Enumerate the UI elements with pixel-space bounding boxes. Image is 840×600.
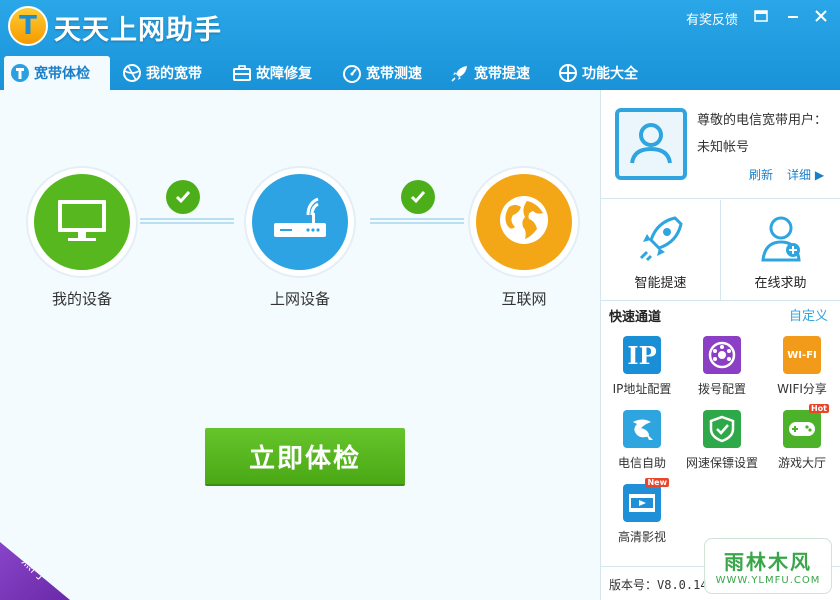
online-help-button[interactable]: 在线求助 <box>721 202 840 298</box>
feature-label: 智能提速 <box>634 276 687 291</box>
router-icon <box>270 195 330 249</box>
internet-circle <box>476 174 572 270</box>
watermark-logo: 雨林木风 WWW.YLMFU.COM <box>704 538 832 594</box>
connector-line <box>140 218 234 224</box>
greeting-text: 尊敬的电信宽带用户： <box>697 113 828 128</box>
quick-item-game-hall[interactable]: Hot 游戏大厅 <box>765 404 839 480</box>
broadband-check-icon <box>10 63 30 83</box>
account-text: 未知帐号 <box>697 140 750 155</box>
quick-item-label: IP地址配置 <box>612 382 672 396</box>
film-icon: New <box>623 478 669 522</box>
user-icon <box>626 117 676 171</box>
app-title: 天天上网助手 <box>54 15 222 46</box>
avatar[interactable] <box>615 108 687 180</box>
quick-item-ip-config[interactable]: IP IP地址配置 <box>605 336 679 406</box>
shield-icon <box>703 410 741 448</box>
refresh-link[interactable]: 刷新 <box>749 166 773 183</box>
version-text: 版本号：V8.0.14 <box>609 578 708 592</box>
check-panel: 我的设备 上网设备 互联网 立即体检 热门 <box>0 90 600 600</box>
connector-line <box>370 218 464 224</box>
tab-speed-up[interactable]: 宽带提速 <box>444 56 552 90</box>
tab-my-broadband[interactable]: 我的宽带 <box>116 56 222 90</box>
start-check-button[interactable]: 立即体检 <box>205 428 405 484</box>
ip-icon: IP <box>623 336 661 374</box>
quick-access-title: 快速通道 <box>609 310 662 325</box>
my-device-circle <box>34 174 130 270</box>
tab-label: 宽带测速 <box>366 66 422 82</box>
new-badge: New <box>645 478 669 487</box>
divider <box>601 300 840 301</box>
wifi-icon-text: WI-FI <box>787 349 817 361</box>
smart-speedup-button[interactable]: 智能提速 <box>601 202 720 298</box>
device-label: 互联网 <box>501 290 547 308</box>
watermark-url: WWW.YLMFU.COM <box>715 575 821 586</box>
tab-label: 功能大全 <box>582 66 638 82</box>
customize-link[interactable]: 自定义 <box>789 305 828 324</box>
rocket-icon <box>450 63 470 83</box>
title-bar: T 天天上网助手 有奖反馈 宽带体检 我的宽带 故障修复 宽带测速 宽带提速 功… <box>0 0 840 90</box>
globe-icon <box>497 193 551 251</box>
tab-speed-test[interactable]: 宽带测速 <box>336 56 444 90</box>
feature-label: 在线求助 <box>754 276 807 291</box>
quick-item-label: WIFI分享 <box>777 382 827 396</box>
tab-fault-repair[interactable]: 故障修复 <box>226 56 334 90</box>
detail-link[interactable]: 详细 ▶ <box>787 166 824 183</box>
quick-item-label: 游戏大厅 <box>777 456 826 470</box>
quick-item-wifi-share[interactable]: WI-FI WIFI分享 <box>765 336 839 406</box>
toolbox-icon <box>232 63 252 83</box>
tab-label: 故障修复 <box>256 66 312 82</box>
divider <box>601 198 840 199</box>
tab-label: 宽带体检 <box>34 66 90 82</box>
check-mark-icon <box>401 180 435 214</box>
quick-item-dial-config[interactable]: 拨号配置 <box>685 336 759 406</box>
logo-letter: T <box>19 11 37 41</box>
side-panel: 尊敬的电信宽带用户： 未知帐号 刷新 详细 ▶ 智能提速 在线求助 快速通道 自… <box>600 90 840 600</box>
quick-item-telecom-self[interactable]: 电信自助 <box>605 410 679 480</box>
quick-item-label: 电信自助 <box>617 456 666 470</box>
app-logo: T <box>8 6 48 46</box>
quick-item-speed-guard[interactable]: 网速保镖设置 <box>685 410 759 480</box>
tab-label: 宽带提速 <box>474 66 530 82</box>
monitor-icon <box>54 196 110 248</box>
telecom-icon <box>623 410 661 448</box>
device-label: 上网设备 <box>269 290 330 308</box>
watermark-text: 雨林木风 <box>724 550 812 574</box>
globe-icon <box>122 63 142 83</box>
grid-icon <box>558 63 578 83</box>
close-icon[interactable] <box>810 6 832 26</box>
quick-item-label: 拨号配置 <box>697 382 746 396</box>
device-label: 我的设备 <box>51 290 112 308</box>
support-agent-icon <box>755 212 807 268</box>
hot-label: 热门 <box>18 553 48 583</box>
gamepad-icon: Hot <box>783 404 829 448</box>
quick-item-label: 高清影视 <box>617 530 666 544</box>
dialer-icon <box>703 336 741 374</box>
tab-all-functions[interactable]: 功能大全 <box>552 56 658 90</box>
check-mark-icon <box>166 180 200 214</box>
feedback-link[interactable]: 有奖反馈 <box>686 9 738 28</box>
tab-label: 我的宽带 <box>146 66 202 82</box>
skin-icon[interactable] <box>750 6 772 26</box>
quick-item-label: 网速保镖设置 <box>685 456 758 470</box>
main-tabs: 宽带体检 我的宽带 故障修复 宽带测速 宽带提速 功能大全 <box>0 55 840 90</box>
ip-icon-text: IP <box>627 340 657 370</box>
wifi-icon: WI-FI <box>783 336 821 374</box>
tab-broadband-check[interactable]: 宽带体检 <box>4 56 110 90</box>
minimize-icon[interactable] <box>782 6 804 26</box>
hot-ribbon[interactable]: 热门 <box>0 542 70 600</box>
router-circle <box>252 174 348 270</box>
quick-item-hd-video[interactable]: New 高清影视 <box>605 478 679 554</box>
speedometer-icon <box>342 63 362 83</box>
hot-badge: Hot <box>808 404 829 413</box>
rocket-icon <box>635 212 687 268</box>
